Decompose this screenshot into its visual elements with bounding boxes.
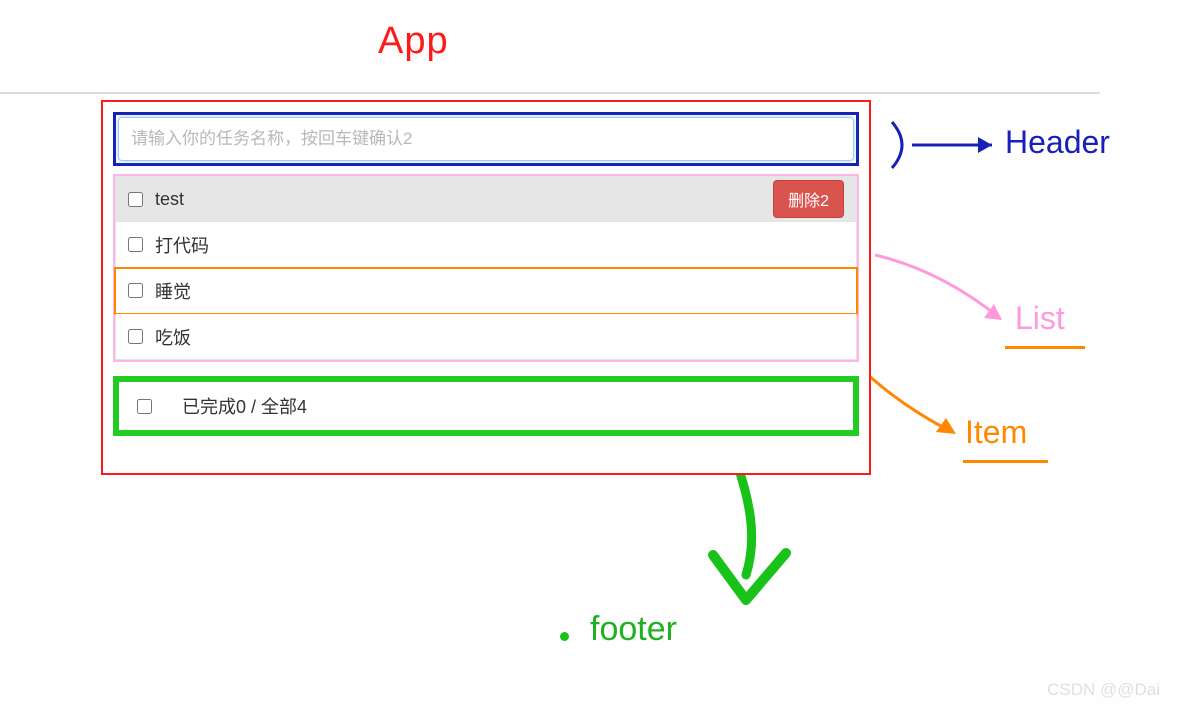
header-section xyxy=(113,112,859,166)
list-item[interactable]: 吃饭 xyxy=(115,314,857,360)
item-checkbox[interactable] xyxy=(128,237,143,252)
list-item[interactable]: 睡觉 xyxy=(115,268,857,314)
footer-section: 已完成0 / 全部4 xyxy=(113,376,859,436)
annotation-header: Header xyxy=(1005,124,1110,161)
page-divider xyxy=(0,92,1100,94)
item-checkbox[interactable] xyxy=(128,192,143,207)
item-checkbox[interactable] xyxy=(128,283,143,298)
annotation-list: List xyxy=(1015,300,1065,337)
watermark: CSDN @@Dai xyxy=(1047,680,1160,700)
list-item[interactable]: test 删除2 xyxy=(115,176,857,222)
item-label: 吃饭 xyxy=(155,324,191,350)
list-item[interactable]: 打代码 xyxy=(115,222,857,268)
item-checkbox[interactable] xyxy=(128,329,143,344)
list-section: test 删除2 打代码 睡觉 吃饭 xyxy=(113,174,859,362)
task-input[interactable] xyxy=(118,117,854,161)
item-label: test xyxy=(155,189,184,210)
annotation-app: App xyxy=(378,20,449,63)
delete-button[interactable]: 删除2 xyxy=(773,180,844,218)
annotation-item: Item xyxy=(965,414,1027,451)
item-label: 睡觉 xyxy=(155,278,191,304)
select-all-checkbox[interactable] xyxy=(137,399,152,414)
footer-summary: 已完成0 / 全部4 xyxy=(182,393,307,419)
annotation-item-underline xyxy=(963,460,1048,463)
annotation-list-underline xyxy=(1005,346,1085,349)
item-label: 打代码 xyxy=(155,232,209,258)
annotation-footer-dot xyxy=(560,632,569,641)
annotation-footer: footer xyxy=(590,610,677,649)
app-container: test 删除2 打代码 睡觉 吃饭 已完成0 / 全部4 xyxy=(101,100,871,475)
